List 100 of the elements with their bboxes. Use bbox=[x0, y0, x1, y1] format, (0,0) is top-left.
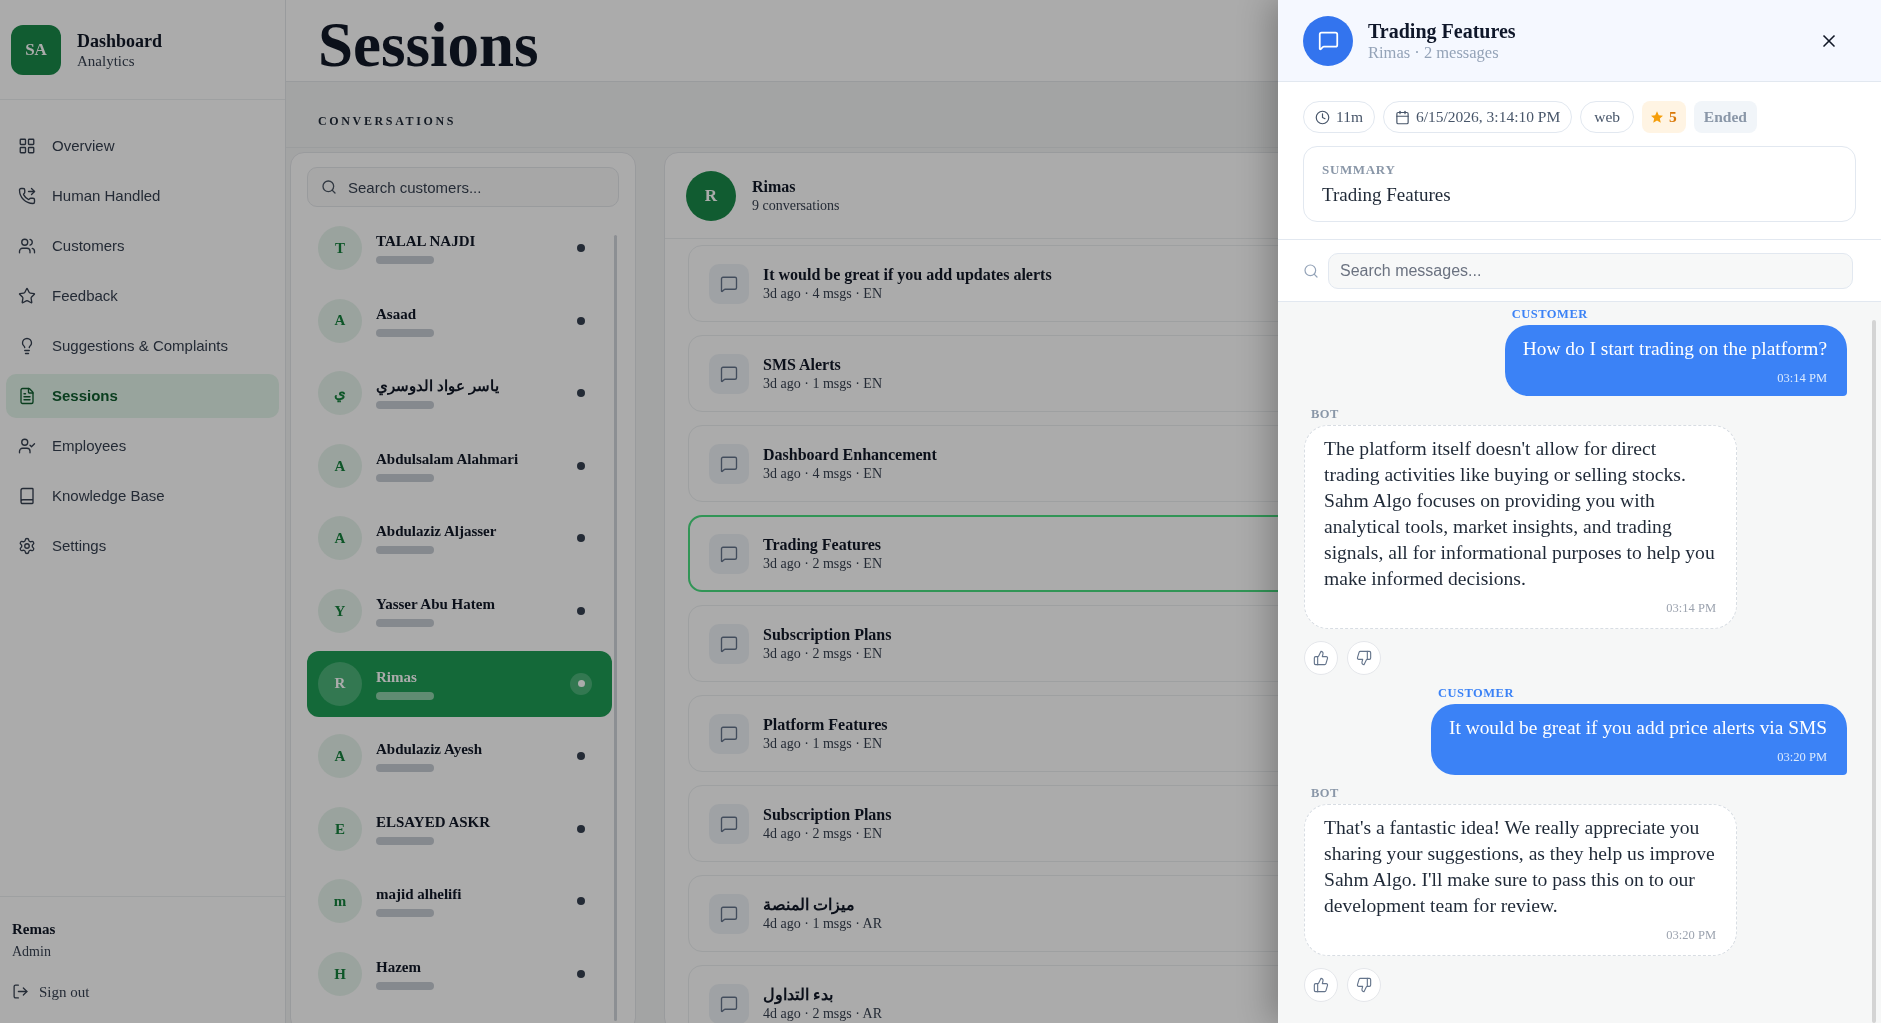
chat-icon bbox=[709, 353, 749, 394]
nav-item[interactable]: Suggestions & Complaints bbox=[6, 324, 279, 368]
avatar: T bbox=[318, 226, 362, 270]
panel-subtitle: Rimas · 2 messages bbox=[1368, 42, 1499, 63]
customer-row[interactable]: A Asaad bbox=[307, 287, 612, 354]
session-title: Platform Features bbox=[763, 715, 888, 735]
message-time: 03:20 PM bbox=[1666, 927, 1716, 943]
sign-out-button[interactable]: Sign out bbox=[12, 980, 90, 1003]
chat-icon bbox=[709, 623, 749, 664]
search-field[interactable]: Search customers... bbox=[307, 167, 619, 207]
rating-text: 5 bbox=[1669, 107, 1677, 128]
search-field[interactable]: Search messages... bbox=[1328, 252, 1853, 289]
customer-name: Hazem bbox=[376, 957, 421, 976]
avatar: A bbox=[318, 443, 362, 488]
thumbs-down-icon bbox=[1356, 977, 1372, 993]
session-title: SMS Alerts bbox=[763, 355, 841, 375]
nav-item[interactable]: Employees bbox=[6, 424, 279, 468]
nav-item[interactable]: Knowledge Base bbox=[6, 474, 279, 518]
customer-name: ياسر عواد الدوسري bbox=[376, 377, 499, 396]
sender-label: BOT bbox=[1311, 786, 1339, 800]
customer-row[interactable]: Y Yasser Abu Hatem bbox=[307, 577, 612, 644]
session-meta: 3d ago · 2 msgs · EN bbox=[763, 645, 882, 663]
avatar: Y bbox=[318, 588, 362, 633]
session-meta: 4d ago · 2 msgs · AR bbox=[763, 1005, 882, 1023]
nav-item[interactable]: Settings bbox=[6, 524, 279, 568]
chat-icon bbox=[709, 983, 749, 1023]
customer-name: Abdulaziz Aljasser bbox=[376, 522, 497, 541]
text-placeholder-bar bbox=[376, 909, 434, 918]
chat-icon bbox=[709, 893, 749, 934]
customer-row[interactable]: A Abdulaziz Ayesh bbox=[307, 723, 612, 790]
conversation-count: 9 conversations bbox=[752, 197, 840, 215]
chat-icon bbox=[709, 803, 749, 844]
text-placeholder-bar bbox=[376, 473, 434, 482]
customer-name: Abdulsalam Alahmari bbox=[376, 449, 519, 468]
avatar: ي bbox=[318, 371, 362, 416]
session-meta: 4d ago · 2 msgs · EN bbox=[763, 825, 882, 843]
customer-row[interactable]: A Abdulsalam Alahmari bbox=[307, 432, 612, 499]
text-placeholder-bar bbox=[376, 256, 434, 264]
session-title: Subscription Plans bbox=[763, 625, 892, 645]
customer-name: Yasser Abu Hatem bbox=[376, 594, 495, 613]
avatar: R bbox=[318, 661, 362, 706]
customer-row[interactable]: m majid alhelifi bbox=[307, 868, 612, 935]
message-time: 03:14 PM bbox=[1777, 370, 1827, 386]
session-meta: 3d ago · 2 msgs · EN bbox=[763, 555, 882, 573]
thumbs-up-button[interactable] bbox=[1304, 968, 1338, 1002]
thumbs-up-icon bbox=[1313, 977, 1329, 993]
customer-row[interactable]: E ELSAYED ASKR bbox=[307, 795, 612, 862]
customer-name: Abdulaziz Ayesh bbox=[376, 740, 482, 759]
customer-row[interactable]: H Hazem bbox=[307, 940, 612, 1007]
session-title: Dashboard Enhancement bbox=[763, 445, 937, 465]
session-title: Trading Features bbox=[763, 535, 882, 555]
document-icon bbox=[18, 387, 36, 405]
settings-icon bbox=[18, 537, 36, 555]
brand-title: Dashboard bbox=[77, 29, 163, 52]
message-time: 03:20 PM bbox=[1777, 749, 1827, 765]
date-text: 6/15/2026, 3:14:10 PM bbox=[1416, 107, 1561, 128]
session-title: بدء التداول bbox=[763, 985, 833, 1005]
search-icon bbox=[1303, 262, 1319, 279]
avatar: A bbox=[318, 298, 362, 343]
nav-item[interactable]: Human Handled bbox=[6, 174, 279, 218]
nav-item[interactable]: Overview bbox=[6, 124, 279, 168]
chat-icon bbox=[709, 533, 749, 574]
thumbs-down-button[interactable] bbox=[1347, 968, 1381, 1002]
avatar: m bbox=[318, 879, 362, 924]
customer-row[interactable]: A Abdulaziz Aljasser bbox=[307, 505, 612, 572]
sign-out-icon bbox=[12, 983, 29, 1001]
nav-item[interactable]: Sessions bbox=[6, 374, 279, 418]
sender-label: CUSTOMER bbox=[1511, 307, 1588, 321]
text-placeholder-bar bbox=[376, 836, 434, 845]
thumbs-up-icon bbox=[1313, 650, 1329, 666]
customer-row[interactable]: T TALAL NAJDI bbox=[307, 215, 612, 281]
user-icon bbox=[18, 437, 36, 455]
customer-name: Rimas bbox=[752, 177, 796, 197]
session-title: ميزات المنصة bbox=[763, 895, 855, 915]
section-heading: CONVERSATIONS bbox=[318, 112, 457, 130]
customer-row[interactable]: ي ياسر عواد الدوسري bbox=[307, 360, 612, 427]
brand-subtitle: Analytics bbox=[77, 51, 135, 70]
text-placeholder-bar bbox=[376, 328, 434, 337]
text-placeholder-bar bbox=[376, 401, 434, 410]
phone-icon bbox=[18, 187, 36, 205]
star-icon bbox=[1651, 111, 1664, 123]
chat-icon bbox=[709, 713, 749, 754]
thumbs-down-button[interactable] bbox=[1347, 641, 1381, 675]
nav-item[interactable]: Customers bbox=[6, 224, 279, 268]
user-role: Admin bbox=[12, 942, 51, 961]
text-placeholder-bar bbox=[376, 691, 434, 700]
text-placeholder-bar bbox=[376, 981, 434, 990]
avatar: H bbox=[318, 951, 362, 996]
calendar-icon bbox=[1395, 109, 1410, 125]
customer-name: ELSAYED ASKR bbox=[376, 812, 491, 831]
nav-item[interactable]: Feedback bbox=[6, 274, 279, 318]
session-meta: 3d ago · 4 msgs · EN bbox=[763, 285, 882, 303]
book-icon bbox=[18, 487, 36, 505]
message-text: It would be great if you add price alerts via SMS bbox=[1448, 716, 1827, 740]
thumbs-down-icon bbox=[1356, 650, 1372, 666]
customer-name: Rimas bbox=[376, 667, 417, 686]
chat-icon bbox=[709, 263, 749, 304]
thumbs-up-button[interactable] bbox=[1304, 641, 1338, 675]
message-text: How do I start trading on the platform? bbox=[1522, 337, 1827, 361]
scrollbar[interactable] bbox=[1872, 320, 1876, 1023]
